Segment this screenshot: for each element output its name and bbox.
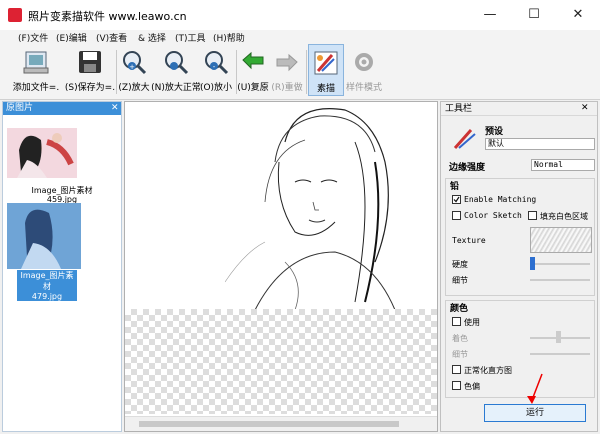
- enable-matching-label: Enable Matching: [464, 195, 537, 204]
- close-panel-button[interactable]: ✕: [581, 103, 589, 113]
- texture-label: Texture: [452, 236, 486, 245]
- undo-label: (U)复原: [237, 83, 269, 93]
- thumbnail-image[interactable]: [7, 128, 77, 178]
- use-color-checkbox[interactable]: [452, 317, 461, 326]
- style-mode-button[interactable]: 样件模式: [344, 44, 384, 96]
- toolbar-separator: [306, 50, 307, 94]
- style-mode-label: 样件模式: [345, 83, 382, 93]
- zoom-in-label: (Z)放大: [118, 83, 150, 93]
- close-panel-button[interactable]: ✕: [111, 103, 119, 113]
- zoom-out-label: (O)放小: [199, 83, 233, 93]
- sketch-icon: [314, 51, 338, 75]
- minimize-button[interactable]: —: [468, 0, 512, 30]
- sketch-button[interactable]: 素描: [308, 44, 344, 96]
- hardness-slider-thumb[interactable]: [530, 257, 535, 270]
- save-as-button[interactable]: (S)保存为=.: [62, 44, 118, 96]
- redo-label: (R)重做: [271, 83, 303, 93]
- redo-icon: [276, 53, 298, 72]
- thumbnail-caption-selected: Image_图片素材 479.jpg: [17, 270, 77, 301]
- zoom-normal-label: (N)放大正常: [151, 83, 201, 93]
- color-sketch-label: Color Sketch: [464, 211, 522, 220]
- preset-select[interactable]: 默认: [485, 138, 595, 150]
- pencil-section-title: 铅: [450, 182, 460, 192]
- sketch-label: 素描: [316, 84, 335, 94]
- color-shift-label: 色偏: [464, 382, 480, 391]
- pencil-preset-icon: [453, 129, 476, 149]
- color-group: 颜色 使用 着色 细节 正常化直方图 色偏: [445, 300, 595, 398]
- detail-slider[interactable]: [530, 279, 590, 281]
- fill-white-checkbox[interactable]: [528, 211, 537, 220]
- image-canvas[interactable]: [124, 101, 438, 432]
- zoom-in-icon: +: [123, 51, 147, 75]
- saturation-label: 着色: [452, 334, 468, 343]
- detail2-slider[interactable]: [530, 353, 590, 355]
- scroll-thumb[interactable]: [139, 421, 399, 427]
- maximize-button[interactable]: ☐: [512, 0, 556, 30]
- menu-tools[interactable]: (T)工具: [175, 31, 206, 44]
- title-bar: 照片变素描软件 www.leawo.cn — ☐ ✕: [0, 0, 600, 30]
- save-icon: [79, 51, 101, 73]
- menu-select[interactable]: & 选择: [138, 31, 166, 44]
- zoom-out-button[interactable]: - (O)放小: [198, 44, 234, 96]
- color-section-title: 颜色: [450, 304, 469, 314]
- enable-matching-checkbox[interactable]: [452, 195, 461, 204]
- panel-header: 工具栏: [441, 102, 597, 116]
- add-file-icon: [23, 51, 49, 74]
- add-file-button[interactable]: 添加文件=.: [10, 44, 62, 96]
- panel-title: 原图片: [6, 103, 34, 113]
- gear-icon: [355, 53, 373, 71]
- undo-button[interactable]: (U)复原: [236, 44, 270, 96]
- detail2-label: 细节: [452, 350, 468, 359]
- menu-bar: (F)文件 (E)编辑 (V)查看 & 选择 (T)工具 (H)帮助: [0, 30, 600, 44]
- zoom-normal-icon: [165, 51, 189, 75]
- menu-help[interactable]: (H)帮助: [213, 31, 245, 44]
- run-button[interactable]: 运行: [484, 404, 586, 422]
- edge-strength-label: 边缘强度: [449, 163, 486, 173]
- menu-view[interactable]: (V)查看: [96, 31, 127, 44]
- transparent-area: [125, 309, 437, 414]
- toolbox-panel: 工具栏 ✕ 预设 默认 边缘强度 Normal 铅 Enable Matchin…: [440, 101, 598, 432]
- toolbar: 添加文件=. (S)保存为=. + (Z)放大 (N)放大正常 - (O)放小 …: [0, 44, 600, 100]
- normalize-label: 正常化直方图: [464, 366, 512, 375]
- save-as-label: (S)保存为=.: [64, 83, 116, 93]
- add-file-label: 添加文件=.: [12, 83, 60, 93]
- original-images-panel: 原图片 ✕ Image_图片素材 459.jpg Image_图片素材 479.…: [2, 101, 122, 432]
- undo-icon: [242, 51, 264, 70]
- color-sketch-checkbox[interactable]: [452, 211, 461, 220]
- color-shift-checkbox[interactable]: [452, 381, 461, 390]
- use-color-label: 使用: [464, 318, 480, 327]
- svg-text:+: +: [129, 63, 135, 71]
- app-logo-icon: [8, 8, 22, 22]
- fill-white-label: 填充白色区域: [540, 212, 588, 221]
- horizontal-scrollbar[interactable]: [125, 416, 437, 431]
- sketch-preview-image: [225, 102, 415, 310]
- zoom-out-icon: -: [205, 51, 229, 75]
- close-button[interactable]: ✕: [556, 0, 600, 30]
- panel-header: 原图片: [3, 102, 121, 115]
- normalize-checkbox[interactable]: [452, 365, 461, 374]
- zoom-in-button[interactable]: + (Z)放大: [116, 44, 152, 96]
- preset-label: 预设: [485, 127, 504, 137]
- pencil-group: 铅 Enable Matching Color Sketch 填充白色区域 Te…: [445, 178, 595, 296]
- hardness-slider[interactable]: [530, 263, 590, 265]
- saturation-slider-thumb[interactable]: [556, 331, 561, 343]
- panel-title: 工具栏: [445, 104, 473, 114]
- redo-button[interactable]: (R)重做: [270, 44, 304, 96]
- thumbnail-selected[interactable]: [7, 203, 81, 269]
- detail-label: 细节: [452, 276, 468, 285]
- hardness-label: 硬度: [452, 260, 468, 269]
- thumbnail-image: [7, 203, 81, 269]
- texture-swatch[interactable]: [530, 227, 592, 253]
- edge-strength-select[interactable]: Normal: [531, 159, 595, 171]
- menu-edit[interactable]: (E)编辑: [56, 31, 87, 44]
- window-title: 照片变素描软件 www.leawo.cn: [28, 10, 187, 23]
- annotation-arrow-icon: [527, 373, 543, 404]
- zoom-normal-button[interactable]: (N)放大正常: [150, 44, 202, 96]
- menu-file[interactable]: (F)文件: [18, 31, 48, 44]
